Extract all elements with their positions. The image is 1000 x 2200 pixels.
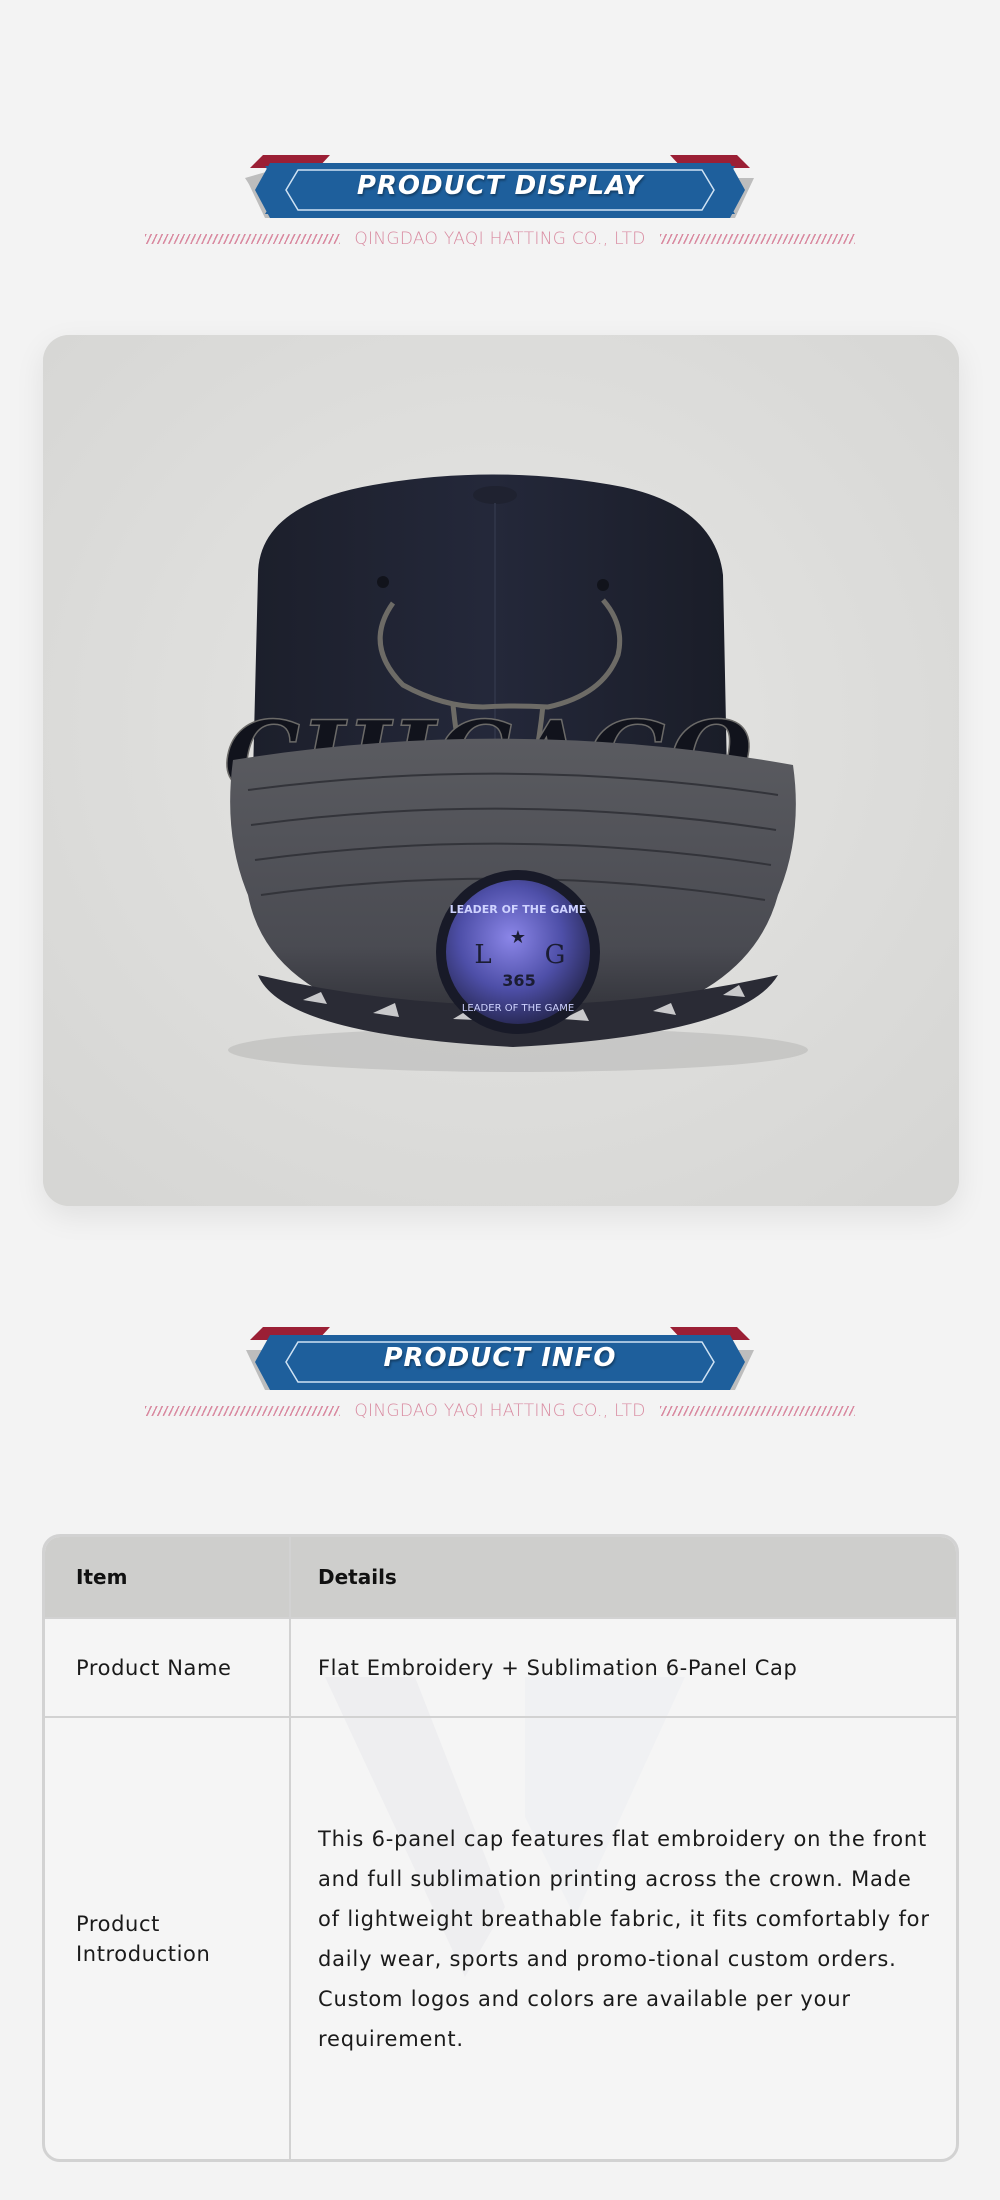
product-info-table: Item Details Product Name Flat Embroider…: [42, 1534, 959, 2162]
svg-text:★: ★: [510, 927, 526, 948]
header-item: Item: [45, 1537, 291, 1617]
product-info-header: PRODUCT INFO QINGDAO YAQI HATTING CO., L…: [0, 1322, 1000, 1442]
table-header-row: Item Details: [45, 1537, 956, 1617]
section-title: PRODUCT INFO: [383, 1343, 617, 1373]
table-row: Product Name Flat Embroidery + Sublimati…: [45, 1617, 956, 1716]
cap-photo-illustration: CHICAGO LEADER OF THE GAME L G ★ 365 LEA…: [43, 335, 959, 1206]
hatch-decoration-right: [659, 1406, 855, 1416]
company-subtitle-row: QINGDAO YAQI HATTING CO., LTD: [0, 1398, 1000, 1424]
patch-number: 365: [502, 971, 535, 990]
patch-top-text: LEADER OF THE GAME: [450, 903, 587, 916]
company-name: QINGDAO YAQI HATTING CO., LTD: [354, 1401, 646, 1421]
hatch-decoration-left: [145, 1406, 341, 1416]
hatch-decoration-left: [145, 234, 341, 244]
table-row: Product Introduction This 6-panel cap fe…: [45, 1716, 956, 2159]
row-label: Product Name: [45, 1619, 291, 1716]
hatch-decoration-right: [659, 234, 855, 244]
patch-bottom-text: LEADER OF THE GAME: [462, 1003, 574, 1014]
row-label: Product Introduction: [45, 1718, 291, 2159]
header-details: Details: [318, 1565, 397, 1589]
section-title: PRODUCT DISPLAY: [356, 171, 644, 201]
patch-letter-left: L: [474, 940, 491, 970]
product-image-card: CHICAGO LEADER OF THE GAME L G ★ 365 LEA…: [43, 335, 959, 1206]
row-value: This 6-panel cap features flat embroider…: [318, 1826, 930, 2051]
patch-letter-right: G: [545, 940, 566, 970]
product-display-header: PRODUCT DISPLAY QINGDAO YAQI HATTING CO.…: [0, 150, 1000, 270]
company-subtitle-row: QINGDAO YAQI HATTING CO., LTD: [0, 226, 1000, 252]
row-value: Flat Embroidery + Sublimation 6-Panel Ca…: [318, 1655, 798, 1680]
company-name: QINGDAO YAQI HATTING CO., LTD: [354, 229, 646, 249]
